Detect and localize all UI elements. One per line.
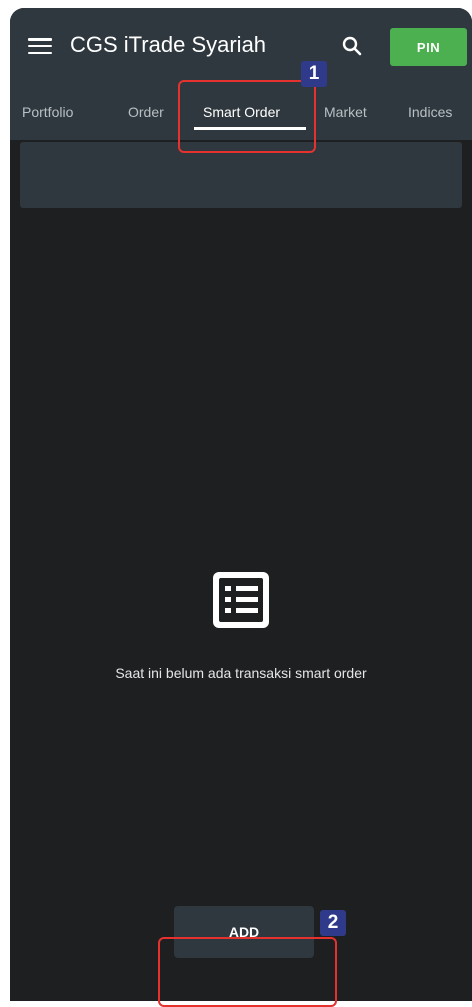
highlight-add-button: [158, 937, 337, 1007]
empty-state-message: Saat ini belum ada transaksi smart order: [115, 665, 367, 681]
tab-market[interactable]: Market: [324, 88, 367, 136]
tab-portfolio[interactable]: Portfolio: [22, 88, 73, 136]
menu-icon[interactable]: [28, 38, 52, 54]
search-icon[interactable]: [340, 34, 364, 58]
tab-indices[interactable]: Indices: [408, 88, 452, 136]
app-title: CGS iTrade Syariah: [70, 32, 267, 57]
pin-button[interactable]: PIN: [390, 28, 467, 66]
highlight-smart-order-tab: [178, 80, 316, 153]
callout-badge-2: 2: [320, 910, 346, 936]
list-icon: [213, 572, 269, 628]
tab-order[interactable]: Order: [128, 88, 164, 136]
callout-badge-1: 1: [301, 61, 327, 87]
app-screen: CGS iTrade Syariah PIN Portfolio Order S…: [10, 8, 472, 1001]
